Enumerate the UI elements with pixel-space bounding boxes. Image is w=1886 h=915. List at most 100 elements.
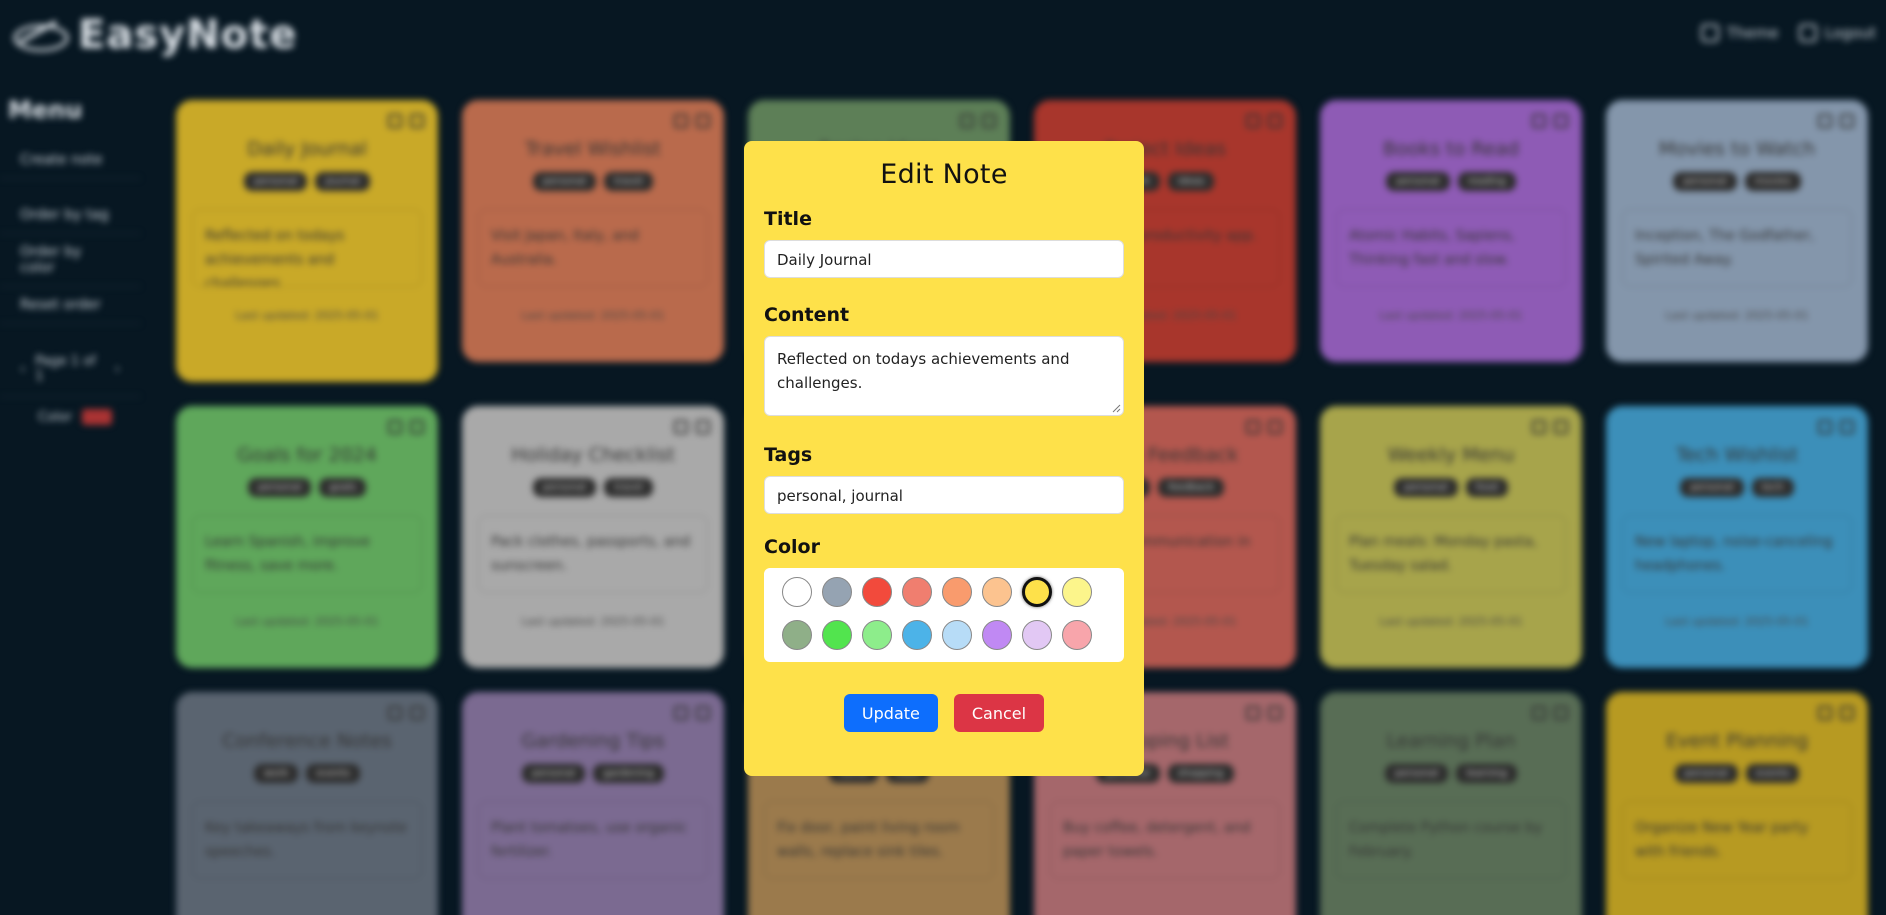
note-tag: journal — [315, 172, 370, 191]
color-swatch[interactable] — [1022, 620, 1052, 650]
update-button[interactable]: Update — [843, 694, 938, 732]
note-title: Travel Wishlist — [524, 138, 661, 160]
delete-icon[interactable] — [1268, 706, 1282, 720]
delete-icon[interactable] — [982, 114, 996, 128]
delete-icon[interactable] — [1840, 114, 1854, 128]
sidebar-item-create-note[interactable]: Create note — [0, 142, 140, 179]
color-filter-picker[interactable] — [81, 409, 112, 425]
note-footer: Last updated: 2025-05-01 — [521, 309, 665, 322]
delete-icon[interactable] — [1268, 114, 1282, 128]
note-card[interactable]: Movies to Watch personal movies Inception, … — [1606, 100, 1868, 362]
resize-handle-icon[interactable] — [1111, 403, 1121, 413]
note-tag: ideas — [1167, 172, 1215, 191]
edit-icon[interactable] — [1532, 706, 1546, 720]
note-title: Weekly Menu — [1387, 444, 1515, 466]
edit-icon[interactable] — [1818, 706, 1832, 720]
edit-icon[interactable] — [388, 420, 402, 434]
edit-icon[interactable] — [1246, 706, 1260, 720]
delete-icon[interactable] — [1554, 114, 1568, 128]
color-swatch[interactable] — [982, 577, 1012, 607]
note-card[interactable]: Weekly Menu personal food Plan meals: Monda… — [1320, 406, 1582, 668]
delete-icon[interactable] — [1840, 706, 1854, 720]
title-input[interactable]: Daily Journal — [764, 240, 1124, 278]
edit-icon[interactable] — [960, 114, 974, 128]
note-card[interactable]: Travel Wishlist personal travel Visit Japan… — [462, 100, 724, 362]
delete-icon[interactable] — [696, 420, 710, 434]
note-footer: Last updated: 2025-05-01 — [1379, 615, 1523, 628]
sidebar-item-order-by-color[interactable]: Order by color — [0, 234, 140, 287]
theme-button[interactable]: Theme — [1700, 24, 1779, 42]
edit-icon[interactable] — [388, 114, 402, 128]
note-card[interactable]: Event Planning personal events Organize New… — [1606, 692, 1868, 915]
edit-icon[interactable] — [1818, 114, 1832, 128]
next-page-button[interactable]: › — [115, 362, 120, 377]
note-tag: travel — [604, 172, 654, 191]
sidebar-item-reset-order[interactable]: Reset order — [0, 287, 140, 324]
edit-note-modal: Edit Note Title Daily Journal Content Re… — [744, 141, 1144, 776]
note-card[interactable]: Gardening Tips personal gardening Plant tom… — [462, 692, 724, 915]
logout-label: Logout — [1824, 24, 1876, 42]
note-content: Plant tomatoes, use organic fertilizer. — [478, 801, 708, 879]
cancel-button[interactable]: Cancel — [953, 694, 1045, 732]
note-card[interactable]: Conference Notes work events Key takeaways … — [176, 692, 438, 915]
edit-icon[interactable] — [1532, 114, 1546, 128]
note-card[interactable]: Daily Journal personal journal Reflected on… — [176, 100, 438, 382]
color-swatch[interactable] — [862, 620, 892, 650]
note-title: Goals for 2024 — [237, 444, 377, 466]
note-footer: Last updated: 2025-05-01 — [235, 309, 379, 322]
edit-icon[interactable] — [1246, 420, 1260, 434]
edit-icon[interactable] — [674, 420, 688, 434]
color-swatch[interactable] — [782, 620, 812, 650]
color-swatch[interactable] — [902, 620, 932, 650]
note-title: Conference Notes — [222, 730, 392, 752]
edit-icon[interactable] — [674, 114, 688, 128]
color-swatch[interactable] — [782, 577, 812, 607]
notebook-logo-icon — [12, 16, 70, 54]
color-swatch[interactable] — [942, 577, 972, 607]
note-tag: tech — [1751, 478, 1794, 497]
note-tag: events — [306, 764, 360, 783]
delete-icon[interactable] — [696, 706, 710, 720]
note-title: Learning Plan — [1386, 730, 1516, 752]
note-tag: personal — [1385, 764, 1449, 783]
edit-icon[interactable] — [1818, 420, 1832, 434]
tags-label: Tags — [764, 444, 813, 466]
color-swatch[interactable] — [822, 577, 852, 607]
color-swatch[interactable] — [862, 577, 892, 607]
color-swatch[interactable] — [1022, 577, 1052, 607]
delete-icon[interactable] — [410, 420, 424, 434]
note-card[interactable]: Learning Plan personal learning Complete Py… — [1320, 692, 1582, 915]
edit-icon[interactable] — [1532, 420, 1546, 434]
delete-icon[interactable] — [1840, 420, 1854, 434]
delete-icon[interactable] — [410, 706, 424, 720]
note-content: Organize New Year party with friends. — [1622, 801, 1852, 879]
delete-icon[interactable] — [1554, 706, 1568, 720]
delete-icon[interactable] — [1268, 420, 1282, 434]
note-tag: travel — [604, 478, 654, 497]
color-swatch[interactable] — [982, 620, 1012, 650]
color-swatch[interactable] — [902, 577, 932, 607]
prev-page-button[interactable]: ‹ — [20, 362, 25, 377]
color-swatch[interactable] — [1062, 620, 1092, 650]
logout-button[interactable]: Logout — [1798, 24, 1876, 42]
note-tag: personal — [1386, 172, 1450, 191]
page-indicator: Page 1 of 1 — [35, 354, 96, 384]
note-tag: personal — [1680, 478, 1744, 497]
tags-input[interactable]: personal, journal — [764, 476, 1124, 514]
note-card[interactable]: Holiday Checklist personal travel Pack clot… — [462, 406, 724, 668]
note-card[interactable]: Tech Wishlist personal tech New laptop, noi… — [1606, 406, 1868, 668]
content-textarea[interactable]: Reflected on todays achievements and cha… — [764, 336, 1124, 416]
edit-icon[interactable] — [388, 706, 402, 720]
color-swatch[interactable] — [822, 620, 852, 650]
note-card[interactable]: Goals for 2024 personal goals Learn Spanish… — [176, 406, 438, 668]
color-swatch[interactable] — [1062, 577, 1092, 607]
note-card[interactable]: Books to Read personal reading Atomic Habit… — [1320, 100, 1582, 362]
logout-icon — [1798, 24, 1817, 42]
color-swatch[interactable] — [942, 620, 972, 650]
edit-icon[interactable] — [674, 706, 688, 720]
delete-icon[interactable] — [696, 114, 710, 128]
sidebar-item-order-by-tag[interactable]: Order by tag — [0, 197, 140, 234]
edit-icon[interactable] — [1246, 114, 1260, 128]
delete-icon[interactable] — [410, 114, 424, 128]
delete-icon[interactable] — [1554, 420, 1568, 434]
